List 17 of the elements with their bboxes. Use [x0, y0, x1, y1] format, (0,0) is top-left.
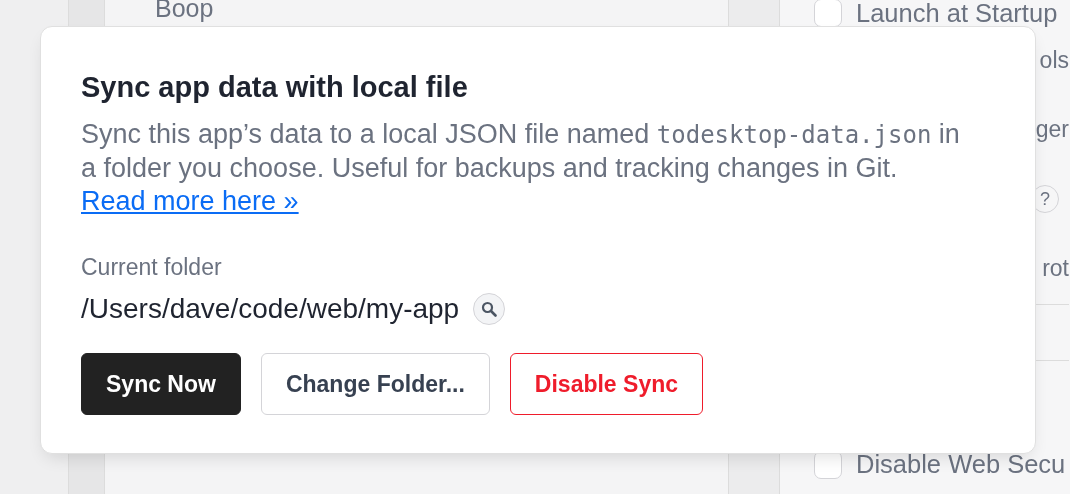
checkbox[interactable]: [814, 0, 842, 27]
setting-label: ger: [1035, 116, 1069, 144]
setting-label: Launch at Startup: [856, 0, 1058, 28]
search-icon: [481, 301, 498, 317]
read-more-link[interactable]: Read more here »: [81, 185, 299, 218]
description-text: Sync this app’s data to a local JSON file named todesktop-data.json in a folder you choose. Useful for backups and tracking changes in Git.: [81, 118, 961, 185]
list-item[interactable]: Boop: [155, 0, 728, 23]
setting-label: Disable Web Secu: [856, 450, 1066, 480]
sync-button[interactable]: Sync Now: [81, 353, 241, 415]
change-folder-button[interactable]: Change Folder...: [260, 353, 490, 415]
disable-button[interactable]: Disable Sync: [509, 353, 704, 415]
search-button[interactable]: [473, 293, 506, 325]
folder-label: Current folder: [81, 254, 223, 281]
dialog-title: Sync app data with local file: [81, 71, 469, 104]
folder-path: /Users/dave/code/web/my-app: [81, 293, 460, 325]
setting-label: ols: [1039, 46, 1069, 74]
setting-label: rot: [1042, 255, 1069, 283]
